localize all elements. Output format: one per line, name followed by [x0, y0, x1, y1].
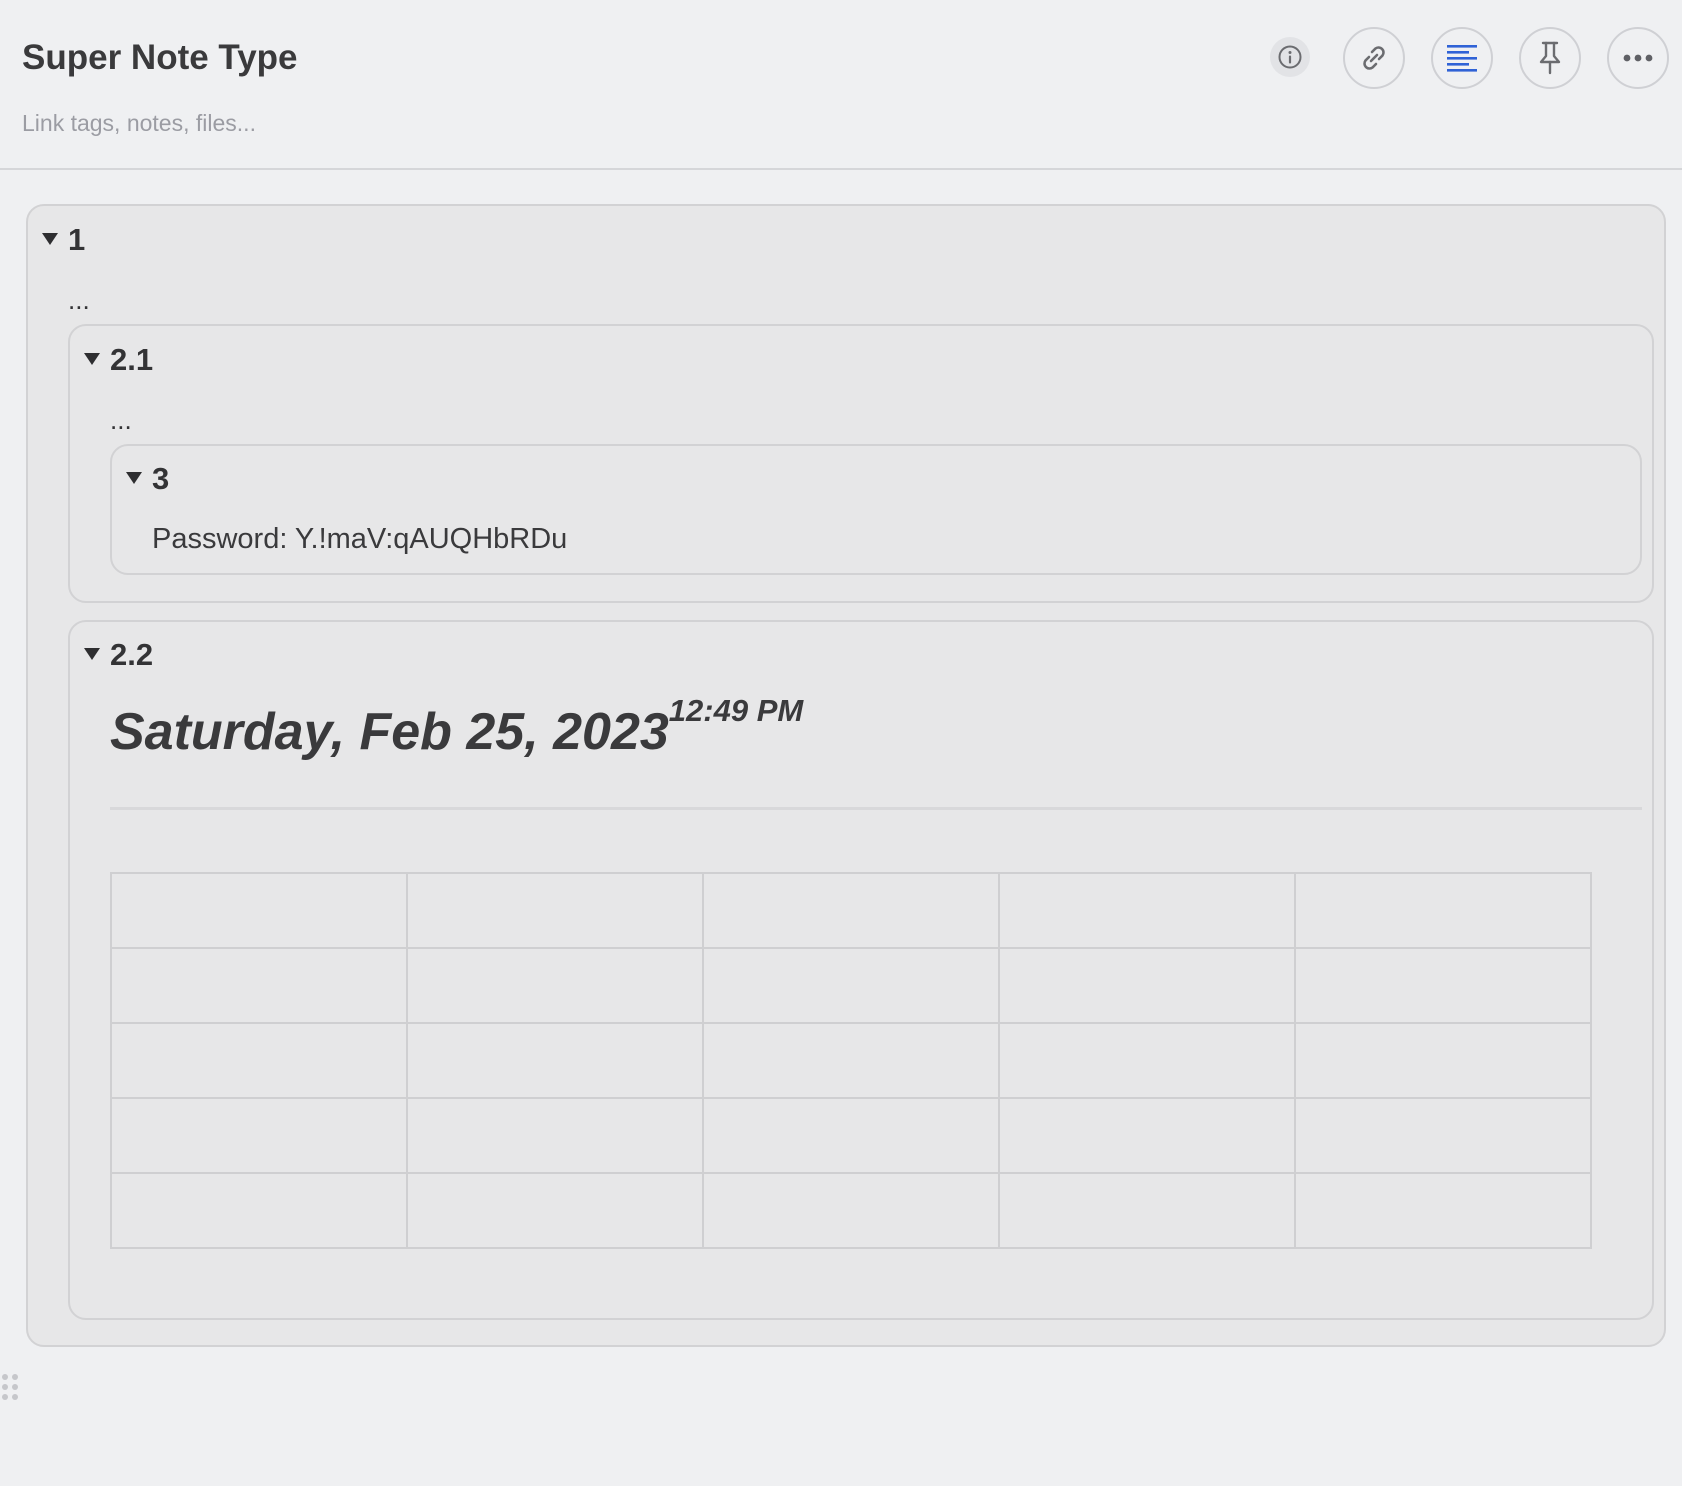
more-button[interactable]	[1607, 27, 1669, 89]
collapse-caret-icon[interactable]	[126, 472, 142, 484]
table-cell[interactable]	[406, 1172, 704, 1249]
table-cell[interactable]	[406, 1097, 704, 1174]
table-row	[110, 947, 1592, 1024]
table-cell[interactable]	[998, 947, 1296, 1024]
table-cell[interactable]	[702, 947, 1000, 1024]
table-cell[interactable]	[998, 1097, 1296, 1174]
table-cell[interactable]	[110, 947, 408, 1024]
link-button[interactable]	[1343, 27, 1405, 89]
table-row	[110, 1172, 1592, 1249]
table-cell[interactable]	[406, 1022, 704, 1099]
pin-button[interactable]	[1519, 27, 1581, 89]
table-cell[interactable]	[702, 1097, 1000, 1174]
table-row	[110, 872, 1592, 949]
table-cell[interactable]	[998, 1022, 1296, 1099]
pin-icon	[1539, 41, 1561, 75]
table-row	[110, 1022, 1592, 1099]
block-body-1: ...	[68, 285, 90, 315]
table-cell[interactable]	[998, 1172, 1296, 1249]
table-cell[interactable]	[110, 1172, 408, 1249]
link-icon	[1363, 46, 1385, 70]
date-heading: Saturday, Feb 25, 202312:49 PM	[110, 693, 803, 771]
block-heading-2-1: 2.1	[110, 342, 154, 377]
collapse-caret-icon[interactable]	[84, 353, 100, 365]
note-title[interactable]: Super Note Type	[22, 38, 298, 78]
table-cell[interactable]	[110, 1097, 408, 1174]
align-button[interactable]	[1431, 27, 1493, 89]
data-table	[110, 872, 1592, 1249]
table-cell[interactable]	[1294, 1172, 1592, 1249]
block-body-2-1: ...	[110, 405, 132, 435]
table-cell[interactable]	[110, 872, 408, 949]
align-left-icon	[1447, 45, 1477, 72]
info-icon	[1278, 45, 1302, 69]
password-text[interactable]: Password: Y.!maV:qAUQHbRDu	[152, 522, 567, 556]
collapse-caret-icon[interactable]	[84, 648, 100, 660]
table-row	[110, 1097, 1592, 1174]
table-cell[interactable]	[406, 947, 704, 1024]
date-text: Saturday, Feb 25, 2023	[110, 703, 669, 761]
link-tags-input[interactable]: Link tags, notes, files...	[22, 108, 256, 138]
info-button[interactable]	[1270, 37, 1310, 77]
table-cell[interactable]	[1294, 872, 1592, 949]
table-cell[interactable]	[702, 872, 1000, 949]
block-heading-2-2: 2.2	[110, 637, 154, 672]
drag-handle-icon[interactable]	[2, 1374, 18, 1402]
block-heading-3: 3	[152, 461, 170, 496]
table-cell[interactable]	[1294, 1097, 1592, 1174]
table-cell[interactable]	[110, 1022, 408, 1099]
table-cell[interactable]	[998, 872, 1296, 949]
block-heading-1: 1	[68, 222, 86, 257]
table-cell[interactable]	[1294, 947, 1592, 1024]
table-cell[interactable]	[406, 872, 704, 949]
table-cell[interactable]	[1294, 1022, 1592, 1099]
collapse-caret-icon[interactable]	[42, 233, 58, 245]
horizontal-divider	[110, 807, 1642, 810]
more-icon	[1623, 54, 1653, 62]
table-cell[interactable]	[702, 1172, 1000, 1249]
note-header: Super Note Type Link tags, notes, files.…	[0, 0, 1682, 170]
table-cell[interactable]	[702, 1022, 1000, 1099]
time-superscript: 12:49 PM	[668, 693, 804, 728]
